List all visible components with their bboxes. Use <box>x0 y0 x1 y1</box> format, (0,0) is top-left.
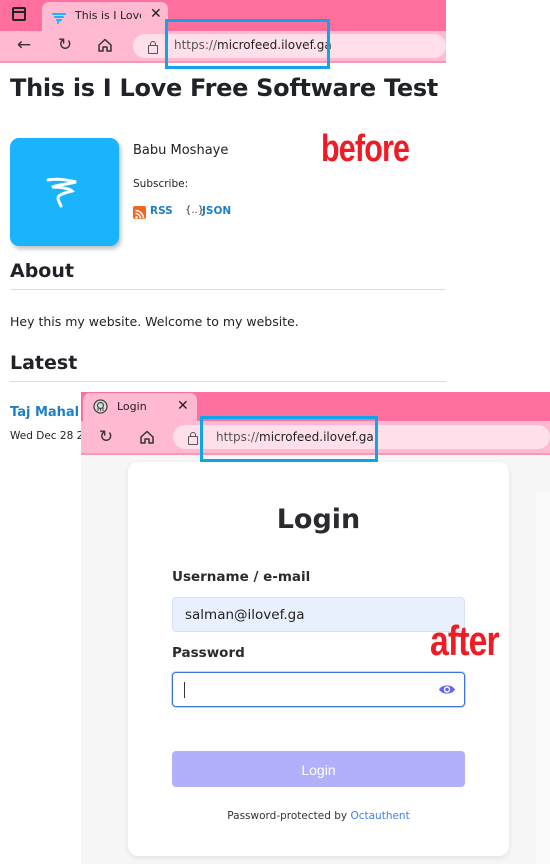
username-value: salman@ilovef.ga <box>185 607 305 623</box>
after-annotation: after <box>430 617 500 664</box>
before-annotation: before <box>321 128 410 170</box>
tab-actions-icon[interactable] <box>12 7 26 21</box>
username-input[interactable]: salman@ilovef.ga <box>172 597 465 632</box>
author-name: Babu Moshaye <box>133 143 229 158</box>
about-text: Hey this my website. Welcome to my websi… <box>10 314 299 329</box>
tab-active[interactable]: This is I Love F ✕ <box>42 2 168 31</box>
site-logo <box>10 138 119 246</box>
json-link[interactable]: JSON <box>202 205 231 217</box>
refresh-icon[interactable]: ↻ <box>97 428 115 446</box>
login-button[interactable]: Login <box>172 751 465 787</box>
close-tab-icon[interactable]: ✕ <box>177 398 189 414</box>
username-label: Username / e-mail <box>172 569 311 585</box>
footer-text: Password-protected by Octauthent <box>227 810 410 822</box>
tab-title: Login <box>117 400 147 413</box>
password-input[interactable] <box>172 672 465 707</box>
background-panel <box>536 492 550 864</box>
about-heading: About <box>10 260 74 282</box>
back-arrow-icon[interactable]: ← <box>15 36 33 54</box>
rss-icon[interactable] <box>133 206 146 219</box>
about-divider <box>10 289 446 290</box>
close-tab-icon[interactable]: ✕ <box>150 6 162 22</box>
tab-active[interactable]: Login ✕ <box>83 393 197 421</box>
rss-link[interactable]: RSS <box>150 205 173 217</box>
lock-icon <box>188 432 198 445</box>
after-browser-window: Login ✕ ↻ https://microfeed.ilovef.ga Lo… <box>81 392 550 864</box>
latest-divider <box>10 381 446 382</box>
login-title: Login <box>276 504 361 535</box>
home-icon[interactable] <box>96 37 114 55</box>
octauthent-favicon-icon <box>93 399 108 418</box>
tab-title: This is I Love F <box>75 9 141 22</box>
site-title: This is I Love Free Software Test <box>10 74 438 102</box>
login-card: Login Username / e-mail salman@ilovef.ga… <box>128 462 509 856</box>
refresh-icon[interactable]: ↻ <box>56 36 74 54</box>
microfeed-logo-icon <box>46 177 77 208</box>
post-title-link[interactable]: Taj Mahal - <box>10 405 89 420</box>
subscribe-label: Subscribe: <box>133 178 189 190</box>
home-icon[interactable] <box>138 429 156 447</box>
password-label: Password <box>172 645 245 661</box>
url-highlight-box <box>200 416 378 462</box>
lock-icon <box>148 41 158 54</box>
latest-heading: Latest <box>10 352 78 374</box>
octauthent-link[interactable]: Octauthent <box>350 810 409 822</box>
show-password-eye-icon[interactable] <box>438 683 456 696</box>
text-caret <box>184 682 185 698</box>
post-date: Wed Dec 28 2 <box>10 430 84 442</box>
microfeed-favicon-icon <box>52 9 66 28</box>
url-highlight-box <box>165 19 330 69</box>
